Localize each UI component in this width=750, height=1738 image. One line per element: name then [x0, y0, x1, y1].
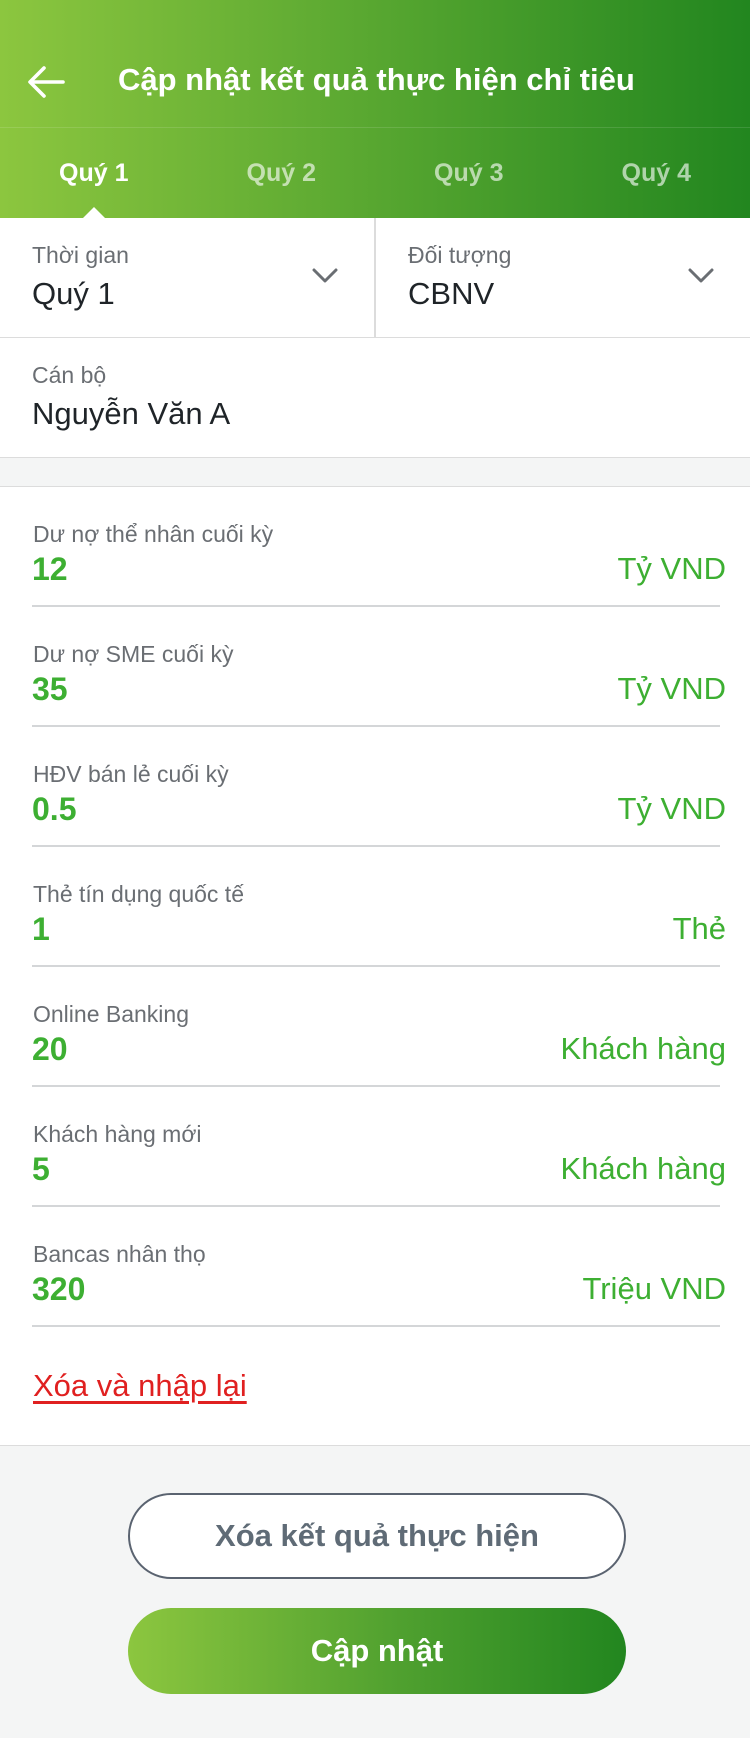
chevron-down-icon — [312, 268, 338, 283]
metric-label: Bancas nhân thọ — [33, 1241, 206, 1267]
top-bar: Cập nhật kết quả thực hiện chỉ tiêu — [0, 0, 750, 128]
metric-field[interactable]: HĐV bán lẻ cuối kỳ 0.5 Tỷ VND — [32, 727, 726, 847]
staff-value: Nguyễn Văn A — [32, 396, 231, 431]
metric-field[interactable]: Online Banking 20 Khách hàng — [32, 967, 726, 1087]
tab-quarter-4[interactable]: Quý 4 — [563, 128, 750, 218]
metric-value: 1 — [32, 911, 50, 947]
metric-label: Dư nợ thể nhân cuối kỳ — [33, 521, 274, 547]
time-select-value: Quý 1 — [32, 276, 115, 311]
active-tab-indicator — [83, 207, 105, 218]
metric-label: Khách hàng mới — [33, 1121, 202, 1147]
staff-field: Cán bộ Nguyễn Văn A — [0, 338, 750, 458]
metric-field[interactable]: Dư nợ SME cuối kỳ 35 Tỷ VND — [32, 607, 726, 727]
metric-value: 12 — [32, 551, 68, 587]
target-select[interactable]: Đối tượng CBNV — [374, 218, 750, 337]
metric-value: 320 — [32, 1271, 86, 1307]
tab-quarter-3[interactable]: Quý 3 — [375, 128, 563, 218]
metric-field[interactable]: Thẻ tín dụng quốc tế 1 Thẻ — [32, 847, 726, 967]
metric-field[interactable]: Khách hàng mới 5 Khách hàng — [32, 1087, 726, 1207]
update-button[interactable]: Cập nhật — [128, 1608, 626, 1694]
app-screen: Cập nhật kết quả thực hiện chỉ tiêu Quý … — [0, 0, 750, 1738]
metrics-form: Dư nợ thể nhân cuối kỳ 12 Tỷ VND Dư nợ S… — [0, 486, 750, 1446]
metric-label: Thẻ tín dụng quốc tế — [33, 881, 244, 907]
metric-unit: Khách hàng — [560, 1031, 726, 1066]
metric-value: 20 — [32, 1031, 68, 1067]
metric-field[interactable]: Bancas nhân thọ 320 Triệu VND — [32, 1207, 726, 1327]
metric-unit: Tỷ VND — [617, 671, 727, 706]
metric-unit: Khách hàng — [560, 1151, 726, 1186]
metric-label: Dư nợ SME cuối kỳ — [33, 641, 234, 667]
target-select-label: Đối tượng — [408, 242, 512, 268]
tab-label: Quý 4 — [621, 158, 691, 187]
time-select[interactable]: Thời gian Quý 1 — [0, 218, 374, 337]
tab-label: Quý 3 — [434, 158, 504, 187]
quarter-tabs: Quý 1 Quý 2 Quý 3 Quý 4 — [0, 128, 750, 218]
metric-value: 35 — [32, 671, 68, 707]
clear-results-button[interactable]: Xóa kết quả thực hiện — [128, 1493, 626, 1579]
tab-label: Quý 2 — [246, 158, 316, 187]
tab-quarter-2[interactable]: Quý 2 — [188, 128, 376, 218]
arrow-left-icon — [28, 66, 65, 98]
metric-unit: Thẻ — [672, 911, 726, 946]
chevron-down-icon — [688, 268, 714, 283]
metric-unit: Tỷ VND — [617, 551, 727, 586]
metric-value: 0.5 — [32, 791, 77, 827]
reset-link[interactable]: Xóa và nhập lại — [33, 1368, 247, 1404]
metric-label: Online Banking — [33, 1001, 189, 1027]
metric-unit: Triệu VND — [582, 1271, 726, 1306]
tab-quarter-1[interactable]: Quý 1 — [0, 128, 188, 218]
metric-field[interactable]: Dư nợ thể nhân cuối kỳ 12 Tỷ VND — [32, 487, 726, 607]
metric-label: HĐV bán lẻ cuối kỳ — [33, 761, 229, 787]
tab-label: Quý 1 — [59, 158, 129, 187]
target-select-value: CBNV — [408, 276, 495, 311]
metric-value: 5 — [32, 1151, 50, 1187]
back-button[interactable] — [18, 54, 74, 110]
page-title: Cập nhật kết quả thực hiện chỉ tiêu — [118, 62, 635, 97]
time-select-label: Thời gian — [32, 242, 129, 268]
header: Cập nhật kết quả thực hiện chỉ tiêu Quý … — [0, 0, 750, 218]
metric-unit: Tỷ VND — [617, 791, 727, 826]
filter-row: Thời gian Quý 1 Đối tượng CBNV — [0, 218, 750, 338]
staff-label: Cán bộ — [32, 362, 107, 388]
